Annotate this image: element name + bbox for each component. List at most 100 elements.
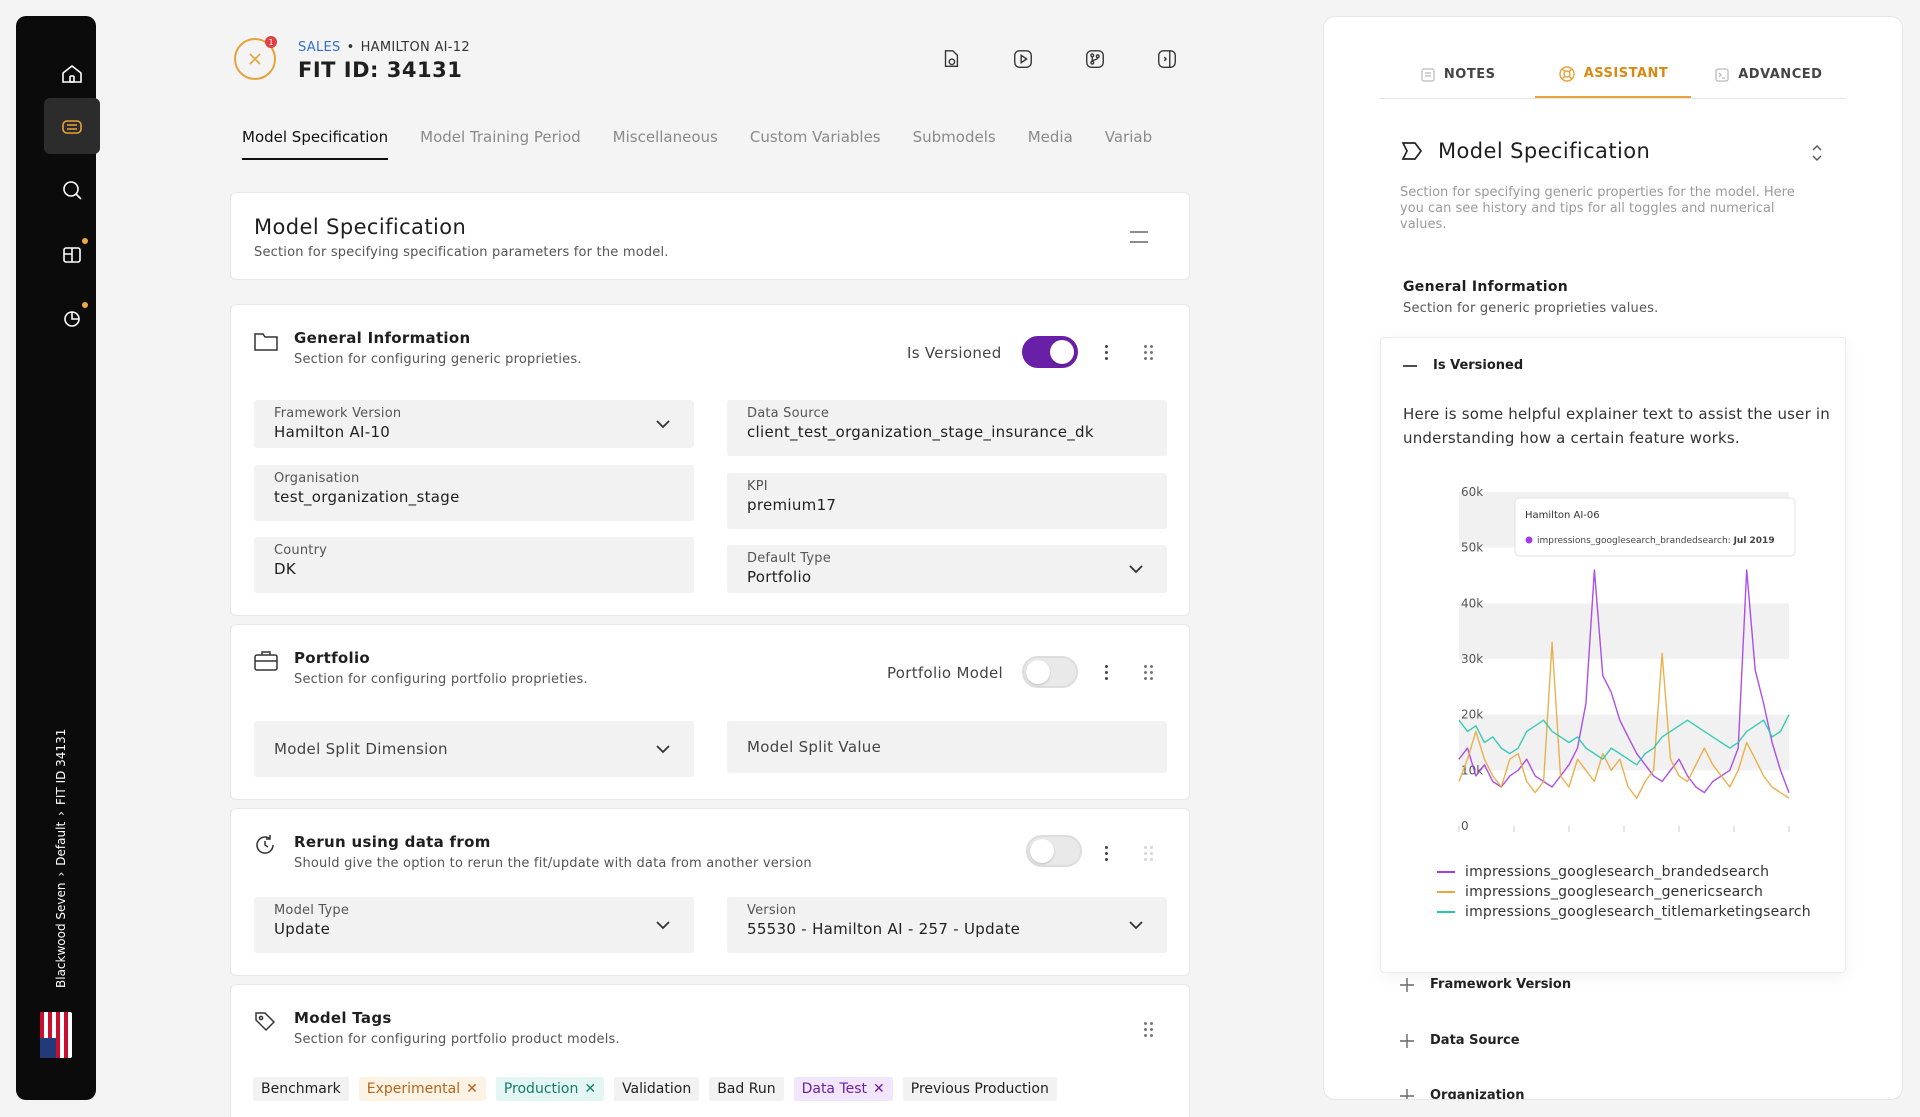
tag-previous-production[interactable]: Previous Production [902,1077,1057,1101]
sidebar: Blackwood Seven › Default › FIT ID 34131 [16,16,100,1100]
panel-title: Model Specification [1438,139,1651,163]
field-value: premium17 [747,496,837,514]
close-icon[interactable]: ✕ [584,1081,596,1097]
tag-validation[interactable]: Validation [614,1077,700,1101]
model-split-value-input[interactable]: Model Split Value [727,721,1167,773]
more-options-icon[interactable] [1101,662,1111,682]
rerun-toggle[interactable] [1026,835,1082,867]
main-content: 1 SALES • HAMILTON AI-12 FIT ID: 34131 M… [230,0,1190,1117]
tooltip-swatch [1525,536,1533,544]
branch-icon[interactable] [1082,46,1108,72]
plus-icon [1400,977,1414,992]
model-split-dimension-select[interactable]: Model Split Dimension [254,721,694,777]
framework-version-select[interactable]: Framework Version Hamilton AI-10 [254,400,694,448]
field-label: Organisation [274,471,360,486]
drag-handle-icon[interactable] [1141,665,1155,680]
tab-media[interactable]: Media [1028,128,1073,160]
minus-icon [1403,364,1417,368]
legend-swatch [1437,891,1455,893]
assistant-icon [1558,65,1576,83]
sidebar-breadcrumb: Blackwood Seven › Default › FIT ID 34131 [38,698,68,988]
model-type-select[interactable]: Model Type Update [254,897,694,953]
accordion-title: Organization [1430,1088,1525,1100]
portfolio-card: Portfolio Section for configuring portfo… [230,624,1190,800]
section-title: Portfolio [294,649,370,667]
tab-model-training-period[interactable]: Model Training Period [420,128,581,160]
kpi-field[interactable]: KPI premium17 [727,473,1167,529]
us-flag-icon[interactable] [40,1012,72,1058]
section-subtitle: Section for specifying specification par… [254,245,669,260]
accordion-header[interactable]: Is Versioned [1403,358,1523,373]
tag-benchmark[interactable]: Benchmark [253,1077,349,1101]
field-value: 55530 - Hamilton AI - 257 - Update [747,920,1021,938]
sidebar-crumb-fit[interactable]: FIT ID 34131 [54,729,68,805]
tag-label: Validation [622,1081,692,1097]
tag-bad-run[interactable]: Bad Run [709,1077,784,1101]
drag-handle-icon[interactable] [1141,345,1155,360]
analytics-icon[interactable] [44,290,100,346]
more-options-icon[interactable] [1101,342,1111,362]
tab-custom-variables[interactable]: Custom Variables [750,128,881,160]
plus-icon [1400,1033,1414,1048]
drag-handle-icon[interactable] [1141,846,1155,861]
chevron-down-icon [654,741,672,757]
accordion-item-organization[interactable]: Organization [1400,1088,1525,1100]
portfolio-model-toggle[interactable] [1022,656,1078,688]
legend-item[interactable]: impressions_googlesearch_genericsearch [1437,882,1811,902]
tab-assistant[interactable]: ASSISTANT [1535,51,1691,98]
close-icon[interactable]: ✕ [873,1081,885,1097]
field-value: Portfolio [747,568,812,586]
models-icon[interactable] [44,98,100,154]
accordion-item-data-source[interactable]: Data Source [1400,1033,1520,1048]
tooltip-title: Hamilton AI-06 [1525,510,1600,521]
rerun-card: Rerun using data from Should give the op… [230,808,1190,976]
section-subtitle: Section for configuring portfolio produc… [294,1032,620,1047]
fit-status-logo[interactable]: 1 [234,36,277,80]
accordion-title: Data Source [1430,1033,1520,1048]
breadcrumb-section[interactable]: SALES [298,40,341,55]
explainer-text: Here is some helpful explainer text to a… [1403,405,1830,447]
more-options-icon[interactable] [1101,843,1111,863]
sort-icon[interactable] [1810,141,1824,165]
field-value: test_organization_stage [274,488,460,506]
collapse-icon[interactable] [1129,229,1149,245]
chart-file-icon[interactable] [938,46,964,72]
section-subtitle: Section for configuring portfolio propri… [294,672,588,687]
country-field[interactable]: Country DK [254,537,694,593]
accordion-item-framework-version[interactable]: Framework Version [1400,977,1571,992]
section-subtitle: Section for generic proprieties values. [1403,301,1659,316]
is-versioned-toggle[interactable] [1022,336,1078,368]
tab-advanced[interactable]: ADVANCED [1691,51,1846,98]
y-tick-label: 50k [1461,541,1483,555]
close-icon[interactable]: ✕ [466,1081,478,1097]
reports-icon[interactable] [44,226,100,282]
tag-production[interactable]: Production ✕ [495,1077,605,1101]
panel-toggle-icon[interactable] [1154,46,1180,72]
play-icon[interactable] [1010,46,1036,72]
tab-variables[interactable]: Variab [1105,128,1152,160]
tab-notes[interactable]: NOTES [1380,51,1535,98]
tag-label: Bad Run [717,1081,776,1097]
field-value: Update [274,920,331,938]
home-icon[interactable] [44,46,100,102]
tab-submodels[interactable]: Submodels [913,128,996,160]
sidebar-crumb-default[interactable]: Default [54,822,68,866]
chevron-down-icon [654,416,672,432]
tag-label: Experimental [366,1081,461,1097]
legend-item[interactable]: impressions_googlesearch_titlemarketings… [1437,902,1811,922]
drag-handle-icon[interactable] [1141,1022,1155,1037]
default-type-select[interactable]: Default Type Portfolio [727,545,1167,593]
search-icon[interactable] [44,162,100,218]
sidebar-crumb-client[interactable]: Blackwood Seven [54,883,68,989]
data-source-field[interactable]: Data Source client_test_organization_sta… [727,400,1167,456]
tab-miscellaneous[interactable]: Miscellaneous [613,128,718,160]
field-label: Framework Version [274,406,402,421]
tab-model-specification[interactable]: Model Specification [242,128,389,160]
tooltip-box [1514,497,1796,557]
chevron-right-icon: › [54,811,68,816]
legend-item[interactable]: impressions_googlesearch_brandedsearch [1437,862,1811,882]
tag-experimental[interactable]: Experimental ✕ [358,1077,486,1101]
version-select[interactable]: Version 55530 - Hamilton AI - 257 - Upda… [727,897,1167,953]
organisation-field[interactable]: Organisation test_organization_stage [254,465,694,521]
tag-data-test[interactable]: Data Test ✕ [793,1077,893,1101]
